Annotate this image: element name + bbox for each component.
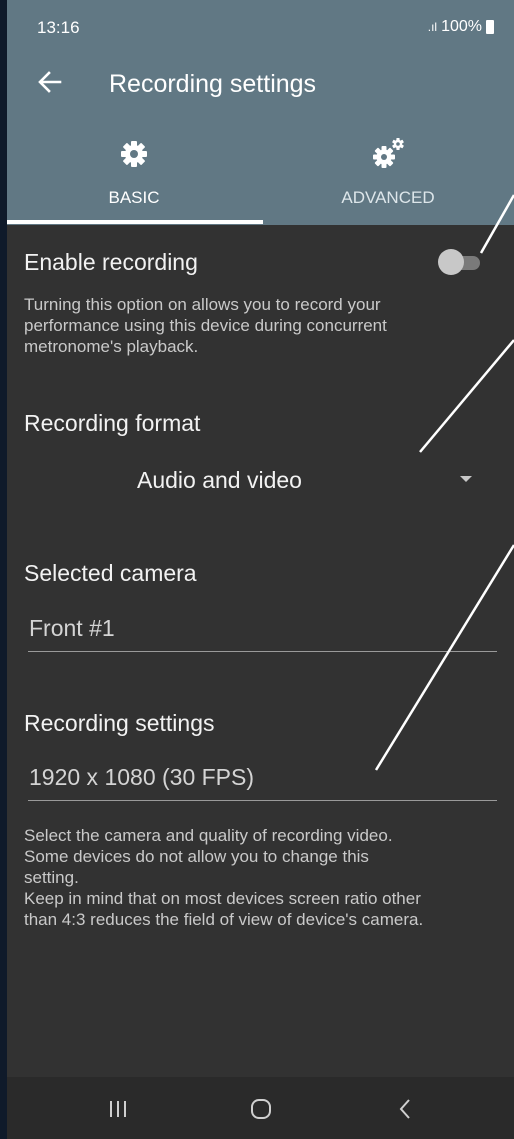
chevron-down-icon — [460, 476, 472, 482]
help-line: Select the camera and quality of recordi… — [24, 826, 393, 845]
home-icon — [251, 1099, 271, 1119]
back-arrow-button[interactable] — [33, 66, 65, 98]
back-icon — [399, 1099, 410, 1119]
description-line: Turning this option on allows you to rec… — [24, 295, 381, 314]
battery-level: 100% — [441, 18, 482, 35]
help-line: setting. — [24, 868, 79, 887]
recording-format-value: Audio and video — [137, 467, 302, 493]
page-title: Recording settings — [109, 70, 317, 98]
recording-settings-label: Recording settings — [24, 710, 215, 736]
enable-recording-description: Turning this option on allows you to rec… — [24, 294, 387, 357]
description-line: metronome's playback. — [24, 337, 199, 356]
system-navigation-bar — [7, 1077, 514, 1139]
switch-thumb — [438, 249, 464, 275]
app-header: 13:16 .ıl 100% Recording settings BASIC … — [7, 0, 514, 225]
signal-icon: .ıl — [427, 20, 438, 34]
tab-basic[interactable]: BASIC — [7, 138, 261, 224]
tab-advanced[interactable]: ADVANCED — [261, 138, 514, 224]
gear-icon — [121, 141, 147, 167]
arrow-left-icon — [38, 71, 62, 93]
status-time: 13:16 — [37, 18, 80, 37]
home-button[interactable] — [241, 1092, 281, 1126]
enable-recording-switch[interactable] — [438, 249, 484, 275]
tab-indicator — [7, 220, 263, 224]
recents-icon — [110, 1101, 126, 1117]
tab-basic-label: BASIC — [108, 188, 160, 207]
recording-settings-value: 1920 x 1080 (30 FPS) — [29, 764, 255, 790]
enable-recording-label: Enable recording — [24, 249, 198, 275]
selected-camera-label: Selected camera — [24, 560, 197, 586]
help-line: Some devices do not allow you to change … — [24, 847, 369, 866]
help-line: than 4:3 reduces the field of view of de… — [24, 910, 424, 929]
battery-icon — [486, 20, 494, 34]
recording-settings-field[interactable]: 1920 x 1080 (30 FPS) — [28, 756, 497, 801]
tab-advanced-label: ADVANCED — [341, 188, 435, 207]
description-line: performance using this device during con… — [24, 316, 387, 335]
phone-screen: 13:16 .ıl 100% Recording settings BASIC … — [7, 0, 514, 1139]
selected-camera-field[interactable]: Front #1 — [28, 607, 497, 652]
camera-help-text: Select the camera and quality of recordi… — [24, 825, 423, 930]
status-indicators: .ıl 100% — [428, 18, 494, 36]
recording-format-label: Recording format — [24, 410, 201, 436]
system-back-button[interactable] — [385, 1092, 425, 1126]
recents-button[interactable] — [98, 1092, 138, 1126]
gears-icon — [373, 138, 404, 168]
help-line: Keep in mind that on most devices screen… — [24, 889, 421, 908]
selected-camera-value: Front #1 — [29, 615, 115, 641]
